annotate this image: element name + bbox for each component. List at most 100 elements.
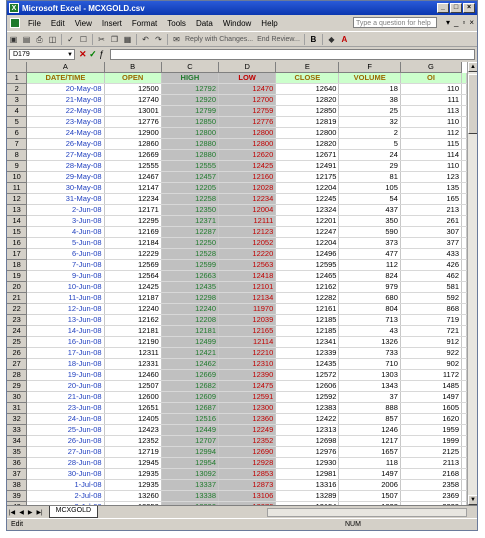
cell[interactable]: 12954 [161, 457, 220, 469]
cell[interactable]: 13260 [104, 490, 162, 502]
cell[interactable]: 118 [338, 457, 401, 469]
cell[interactable]: 12181 [104, 325, 162, 337]
row-header[interactable]: 38 [7, 479, 28, 491]
cell[interactable]: 12669 [161, 369, 220, 381]
cell[interactable]: 12405 [104, 413, 162, 425]
cell[interactable]: 1497 [338, 468, 401, 480]
row-header[interactable]: 18 [7, 259, 28, 271]
cell[interactable]: 30-Jun-08 [26, 468, 105, 480]
cell[interactable]: 18 [338, 83, 401, 95]
cell[interactable]: 12134 [218, 292, 277, 304]
cell[interactable]: 81 [338, 171, 401, 183]
cell[interactable]: 12162 [104, 314, 162, 326]
cell[interactable]: 114 [400, 149, 463, 161]
row-header[interactable]: 2 [7, 83, 28, 95]
doc-close-button[interactable]: × [469, 18, 474, 27]
cell[interactable]: 111 [400, 94, 463, 106]
formula-input[interactable] [110, 48, 475, 60]
cell[interactable]: 23-Jun-08 [26, 402, 105, 414]
cell[interactable]: 12555 [104, 160, 162, 172]
cell[interactable]: 12111 [218, 215, 277, 227]
row-header[interactable]: 9 [7, 160, 28, 172]
cell[interactable]: 13289 [275, 490, 340, 502]
cell[interactable]: 12247 [275, 226, 340, 238]
column-header[interactable]: F [338, 62, 401, 73]
cell[interactable]: 12147 [104, 182, 162, 194]
row-header[interactable]: 7 [7, 138, 28, 150]
cell[interactable]: 12220 [218, 248, 277, 260]
cell[interactable]: 28-May-08 [26, 160, 105, 172]
cell[interactable]: 12563 [218, 259, 277, 271]
reply-changes-icon[interactable]: ✉ [171, 34, 182, 45]
row-header[interactable]: 24 [7, 325, 28, 337]
cell[interactable]: 12599 [161, 259, 220, 271]
cell[interactable]: 12873 [218, 479, 277, 491]
cell[interactable]: 5-Jun-08 [26, 237, 105, 249]
cell[interactable]: 10-Jun-08 [26, 281, 105, 293]
column-header[interactable]: E [275, 62, 340, 73]
cell[interactable]: 12800 [275, 127, 340, 139]
cell[interactable]: 12457 [161, 171, 220, 183]
cell[interactable]: 12114 [218, 336, 277, 348]
cell[interactable]: 12928 [218, 457, 277, 469]
cell[interactable]: 12101 [218, 281, 277, 293]
cell[interactable]: 888 [338, 402, 401, 414]
cell[interactable]: 12435 [275, 358, 340, 370]
save-icon[interactable]: ▣ [8, 34, 19, 45]
end-review-button[interactable]: End Review... [255, 36, 302, 43]
cell[interactable]: 12470 [218, 83, 277, 95]
cell[interactable]: 437 [338, 204, 401, 216]
horizontal-scrollbar[interactable] [267, 508, 467, 517]
cell[interactable]: 12935 [104, 468, 162, 480]
cell[interactable]: 12500 [104, 83, 162, 95]
row-header[interactable]: 37 [7, 468, 28, 480]
column-header[interactable]: B [104, 62, 162, 73]
cell[interactable]: 18-Jun-08 [26, 358, 105, 370]
row-header[interactable]: 13 [7, 204, 28, 216]
insert-function-icon[interactable]: ƒ [99, 49, 104, 59]
cell[interactable]: 29 [338, 160, 401, 172]
cell[interactable]: 12421 [161, 347, 220, 359]
doc-minimize-button[interactable]: _ [454, 18, 458, 27]
row-header[interactable]: 26 [7, 347, 28, 359]
row-header[interactable]: 8 [7, 149, 28, 161]
cell[interactable]: 2168 [400, 468, 463, 480]
row-header[interactable]: 16 [7, 237, 28, 249]
cell[interactable]: 20-Jun-08 [26, 380, 105, 392]
menu-tools[interactable]: Tools [162, 19, 191, 28]
cell[interactable]: 1620 [400, 413, 463, 425]
spelling-icon[interactable]: ✓ [65, 34, 76, 45]
cell[interactable]: 25 [338, 105, 401, 117]
menu-file[interactable]: File [23, 19, 46, 28]
cell[interactable]: 857 [338, 413, 401, 425]
cell[interactable]: 12759 [218, 105, 277, 117]
cell[interactable]: 12651 [104, 402, 162, 414]
cell[interactable]: 581 [400, 281, 463, 293]
row-header[interactable]: 33 [7, 424, 28, 436]
cell[interactable]: 12204 [275, 237, 340, 249]
workbook-icon[interactable] [10, 18, 20, 28]
cell[interactable]: 3-Jun-08 [26, 215, 105, 227]
cell[interactable]: 21-May-08 [26, 94, 105, 106]
cell[interactable]: 12880 [161, 149, 220, 161]
row-header[interactable]: 21 [7, 292, 28, 304]
cell[interactable]: 12719 [104, 446, 162, 458]
cell[interactable]: 12229 [104, 248, 162, 260]
column-header[interactable]: D [218, 62, 277, 73]
cut-icon[interactable]: ✂ [96, 34, 107, 45]
cell[interactable]: 24-Jun-08 [26, 413, 105, 425]
cell[interactable]: 213 [400, 204, 463, 216]
cell[interactable]: 12181 [161, 325, 220, 337]
font-color-icon[interactable]: A [339, 34, 350, 45]
header-cell[interactable]: CLOSE [275, 72, 340, 84]
cell[interactable]: 12165 [218, 325, 277, 337]
cell[interactable]: 12945 [104, 457, 162, 469]
enter-icon[interactable]: ✓ [89, 49, 97, 59]
cell[interactable]: 37 [338, 391, 401, 403]
cell[interactable]: 14-Jun-08 [26, 325, 105, 337]
cell[interactable]: 1326 [338, 336, 401, 348]
cell[interactable]: 12298 [161, 292, 220, 304]
cell[interactable]: 29-May-08 [26, 171, 105, 183]
cell[interactable]: 710 [338, 358, 401, 370]
cell[interactable]: 1172 [400, 369, 463, 381]
